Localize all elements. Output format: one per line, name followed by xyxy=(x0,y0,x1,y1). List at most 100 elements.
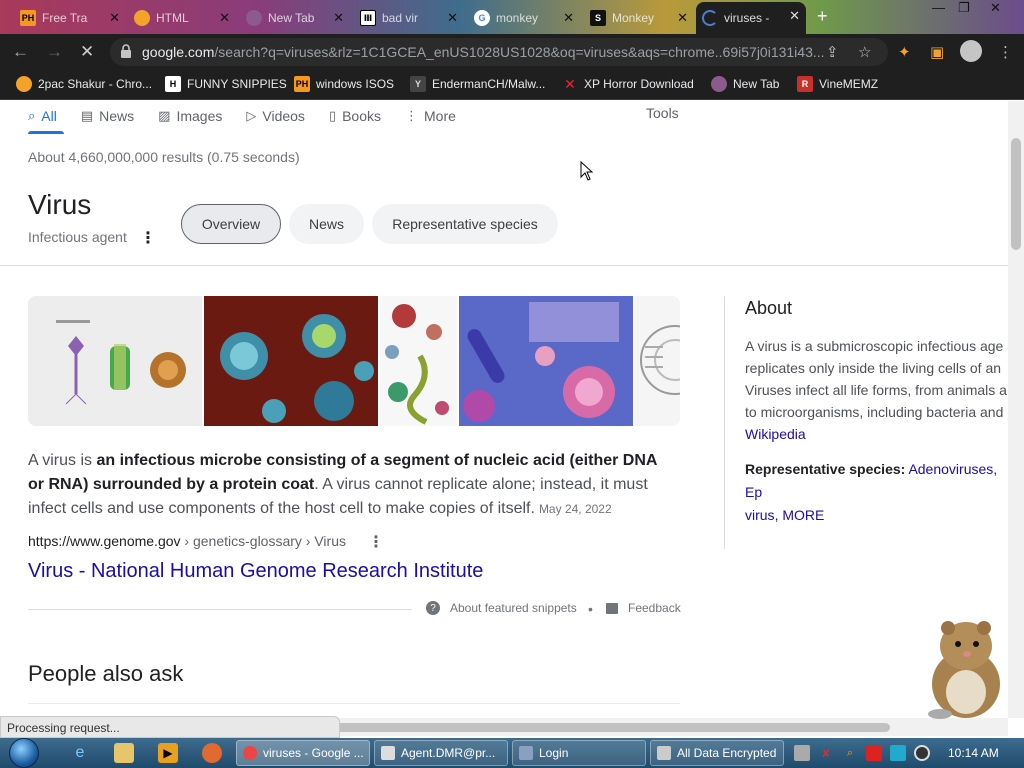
start-button[interactable] xyxy=(4,738,44,768)
newtab-icon xyxy=(246,10,262,26)
tab-6-active[interactable]: viruses - ✕ xyxy=(696,2,806,34)
tab-label: HTML xyxy=(156,11,189,25)
tools-button[interactable]: Tools xyxy=(646,105,679,121)
close-icon[interactable]: ✕ xyxy=(109,10,120,26)
bookmark-label: windows ISOS xyxy=(316,77,395,91)
about-snippets-label: About featured snippets xyxy=(450,601,577,615)
divider-vertical xyxy=(724,296,725,549)
close-icon[interactable]: ✕ xyxy=(219,10,230,26)
close-icon[interactable]: ✕ xyxy=(333,10,344,26)
tab-0[interactable]: PH Free Tra ✕ xyxy=(14,4,126,32)
rep-more-link[interactable]: MORE xyxy=(782,507,824,523)
taskbar-button-encrypted[interactable]: All Data Encrypted xyxy=(650,740,784,766)
cite-path: › genetics-glossary › Virus xyxy=(180,533,346,549)
taskbar-button-agent[interactable]: Agent.DMR@pr... xyxy=(374,740,508,766)
bookmark-label: New Tab xyxy=(733,77,780,91)
divider xyxy=(28,609,412,610)
wikipedia-link[interactable]: Wikipedia xyxy=(745,423,1008,445)
more-options-icon[interactable]: ⋮ xyxy=(140,228,156,248)
tab-1[interactable]: HTML ✕ xyxy=(128,4,236,32)
bookmark-2[interactable]: PH windows ISOS xyxy=(294,76,394,92)
tab-2[interactable]: New Tab ✕ xyxy=(240,4,350,32)
bookmark-4[interactable]: ✕ XP Horror Download xyxy=(562,76,694,92)
tab-books[interactable]: ▯ Books xyxy=(329,105,381,127)
virus-render-image[interactable] xyxy=(204,296,378,426)
tab-4[interactable]: G monkey ✕ xyxy=(468,4,580,32)
tab-label: Monkey xyxy=(612,11,655,25)
close-icon[interactable]: ✕ xyxy=(677,10,688,26)
tab-5[interactable]: S Monkey ✕ xyxy=(584,4,694,32)
newtab-icon xyxy=(711,76,727,92)
tab-label: Free Tra xyxy=(42,11,88,25)
cite-domain: https://www.genome.gov xyxy=(28,533,181,549)
profile-avatar[interactable] xyxy=(960,40,982,62)
taskbar-button-login[interactable]: Login xyxy=(512,740,646,766)
tab-label: Books xyxy=(342,108,382,124)
tray-app-icon[interactable] xyxy=(914,745,930,761)
vertical-scroll-thumb[interactable] xyxy=(1011,138,1021,250)
menu-icon[interactable]: ⋮ xyxy=(998,43,1013,61)
minimize-icon[interactable]: — xyxy=(932,0,945,15)
address-bar[interactable]: google.com/search?q=viruses&rlz=1C1GCEA_… xyxy=(110,38,888,66)
tab-more[interactable]: ⋮ More xyxy=(405,105,456,127)
restore-icon[interactable]: ❐ xyxy=(958,0,970,16)
firefox-icon[interactable] xyxy=(202,743,222,763)
tray-network-icon[interactable] xyxy=(794,745,810,761)
result-stats: About 4,660,000,000 results (0.75 second… xyxy=(28,149,300,165)
tab-3[interactable]: Ⅲ bad vir ✕ xyxy=(354,4,464,32)
bookmark-1[interactable]: H FUNNY SNIPPIES xyxy=(165,76,287,92)
horizontal-scroll-thumb[interactable] xyxy=(300,723,890,732)
bookmark-0[interactable]: 2pac Shakur - Chro... xyxy=(16,76,152,92)
close-icon[interactable]: ✕ xyxy=(789,8,800,24)
tab-news[interactable]: ▤ News xyxy=(81,105,134,127)
chip-overview[interactable]: Overview xyxy=(181,204,281,244)
tab-videos[interactable]: ▷ Videos xyxy=(246,105,305,127)
tray-flag-icon[interactable] xyxy=(866,745,882,761)
media-player-icon[interactable]: ▶ xyxy=(158,743,178,763)
bookmark-6[interactable]: R VineMEMZ xyxy=(797,76,878,92)
close-icon[interactable]: ✕ xyxy=(447,10,458,26)
window-close-icon[interactable]: ✕ xyxy=(990,0,1001,16)
rep-link[interactable]: virus xyxy=(745,507,775,523)
bank-icon: Ⅲ xyxy=(360,10,376,26)
result-options-icon[interactable]: ⋮ xyxy=(368,532,384,552)
folder-icon[interactable] xyxy=(114,743,134,763)
tab-label: monkey xyxy=(496,11,539,25)
close-icon[interactable]: ✕ xyxy=(563,10,574,26)
extensions-icon[interactable]: ✦ xyxy=(898,43,911,61)
share-icon[interactable]: ⇪ xyxy=(826,43,839,61)
snippet-lead: A virus is xyxy=(28,452,97,469)
sidepanel-icon[interactable]: ▣ xyxy=(930,43,944,61)
result-link[interactable]: Virus - National Human Genome Research I… xyxy=(28,560,483,583)
tab-all[interactable]: ⌕ All xyxy=(28,105,57,127)
people-also-ask-heading: People also ask xyxy=(28,661,184,686)
forward-icon[interactable]: → xyxy=(46,42,63,62)
bookmark-3[interactable]: Y EndermanCH/Malw... xyxy=(410,76,545,92)
bookmark-5[interactable]: New Tab xyxy=(711,76,779,92)
virus-types-image[interactable] xyxy=(380,296,457,426)
tray-x-icon[interactable]: ✘ xyxy=(818,745,834,761)
clock[interactable]: 10:14 AM xyxy=(948,746,999,760)
chip-representative-species[interactable]: Representative species xyxy=(372,204,558,244)
star-icon[interactable]: ☆ xyxy=(858,43,871,61)
about-snippets-button[interactable]: ? About featured snippets xyxy=(426,601,577,615)
chip-news[interactable]: News xyxy=(289,204,364,244)
result-cite: https://www.genome.gov › genetics-glossa… xyxy=(28,533,346,549)
virus-illustration-image[interactable] xyxy=(459,296,633,426)
hamster-icon xyxy=(928,621,1000,719)
ie-icon[interactable]: e xyxy=(70,743,90,763)
tray-search-icon[interactable]: ⌕ xyxy=(842,745,858,761)
new-tab-button[interactable]: + xyxy=(817,6,828,27)
stop-icon[interactable]: ✕ xyxy=(80,42,94,62)
bullet-dot: • xyxy=(588,601,593,617)
feedback-button[interactable]: Feedback xyxy=(606,601,681,615)
tray-display-icon[interactable] xyxy=(890,745,906,761)
back-icon[interactable]: ← xyxy=(12,42,29,62)
virus-structure-image[interactable] xyxy=(635,296,680,426)
tab-label: viruses - xyxy=(724,11,770,25)
taskbar-button-chrome[interactable]: viruses - Google ... xyxy=(236,740,370,766)
virus-diagram-image[interactable] xyxy=(28,296,202,426)
active-tab-indicator xyxy=(28,131,64,134)
tab-images[interactable]: ▨ Images xyxy=(158,105,222,127)
user-icon xyxy=(519,746,533,760)
